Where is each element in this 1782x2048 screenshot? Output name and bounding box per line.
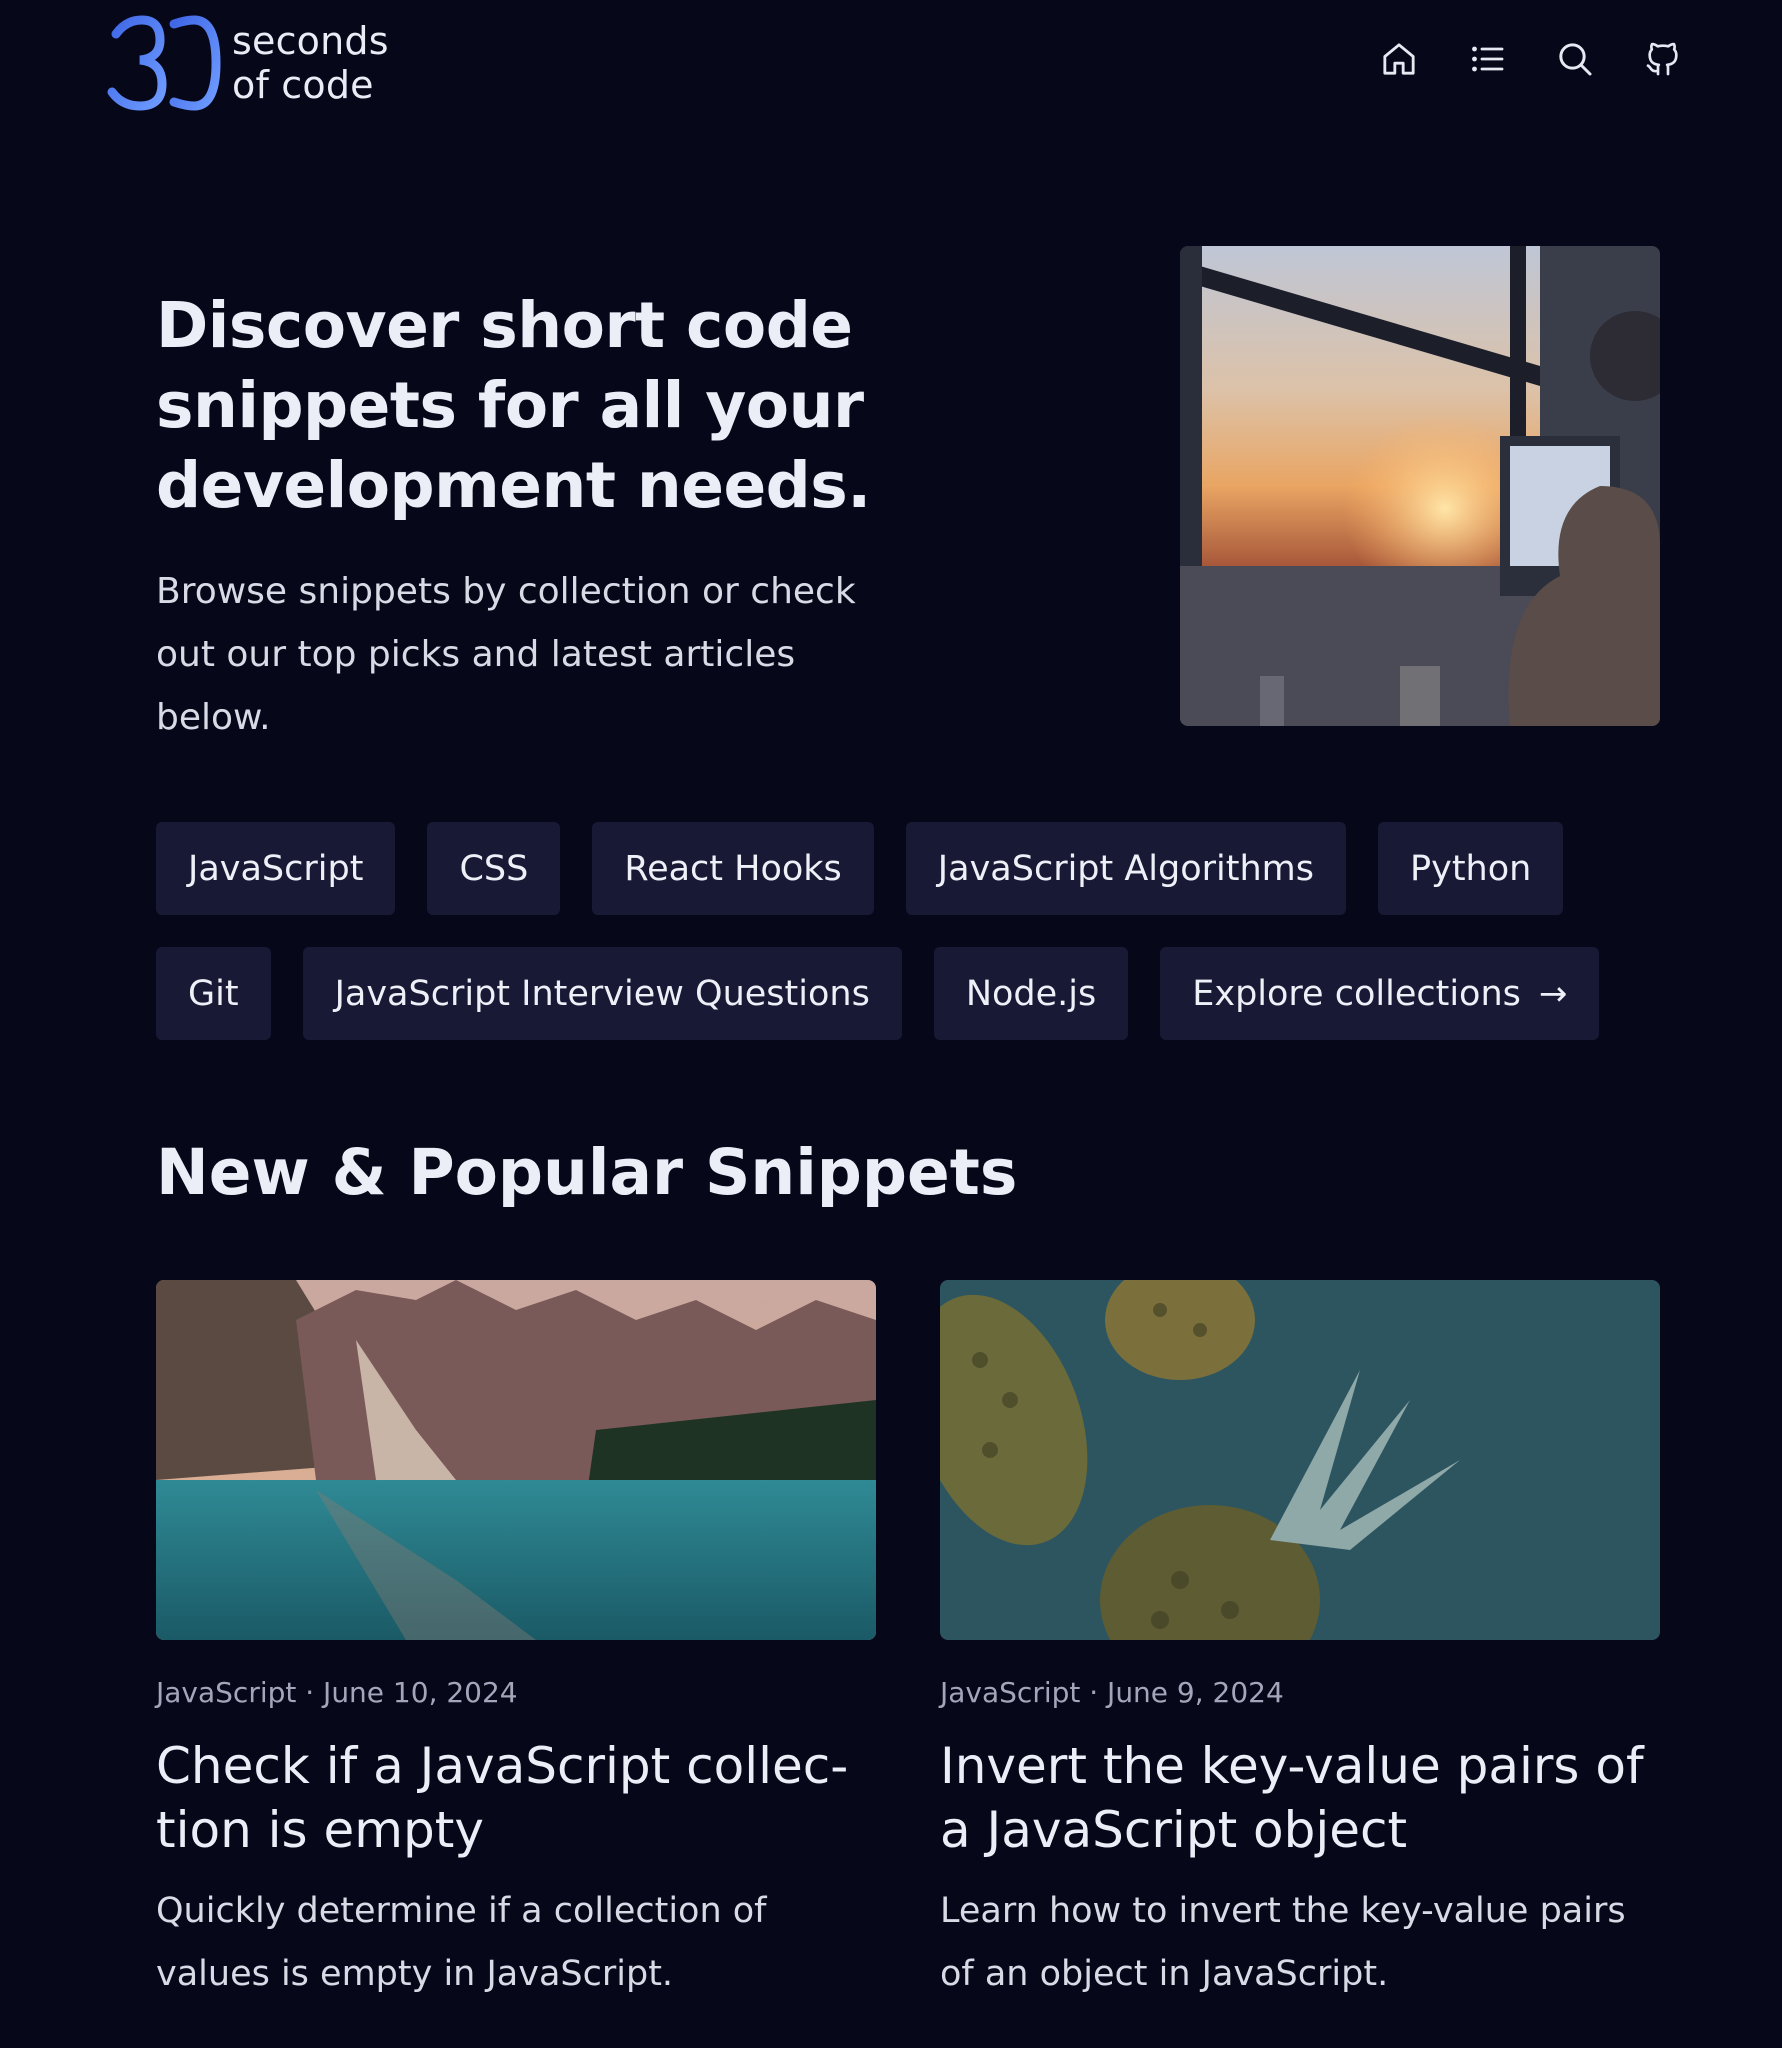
main-nav bbox=[1378, 38, 1684, 80]
section-title: New & Popular Snippets bbox=[156, 1136, 1018, 1209]
chip-git[interactable]: Git bbox=[156, 947, 271, 1040]
explore-collections-button[interactable]: Explore collections → bbox=[1160, 947, 1600, 1040]
logo-line-2: of code bbox=[232, 63, 374, 107]
collection-chips: JavaScript CSS React Hooks JavaScript Al… bbox=[156, 822, 1636, 1072]
mountain-lake-illustration bbox=[156, 1280, 876, 1640]
chip-css[interactable]: CSS bbox=[427, 822, 561, 915]
chip-javascript-algorithms[interactable]: JavaScript Algorithms bbox=[905, 822, 1347, 915]
github-icon bbox=[1646, 42, 1678, 76]
card-title[interactable]: Check if a JavaScript collec-tion is emp… bbox=[156, 1734, 876, 1862]
arrow-right-icon: → bbox=[1538, 973, 1568, 1014]
card-image-lake[interactable] bbox=[156, 1280, 876, 1640]
card-description: Learn how to invert the key-value pairs … bbox=[940, 1891, 1626, 1994]
logo-line-1: seconds bbox=[232, 19, 389, 63]
github-button[interactable] bbox=[1642, 38, 1684, 80]
site-logo[interactable]: seconds of code bbox=[106, 14, 389, 112]
card-meta: JavaScript · June 10, 2024 bbox=[156, 1676, 518, 1709]
chip-python[interactable]: Python bbox=[1378, 822, 1564, 915]
pineapples-illustration bbox=[940, 1280, 1660, 1640]
list-icon bbox=[1472, 46, 1504, 72]
sunset-desk-illustration bbox=[1180, 246, 1660, 726]
chip-row-1: JavaScript CSS React Hooks JavaScript Al… bbox=[156, 822, 1636, 915]
hero-title: Discover short code snippets for all you… bbox=[156, 289, 871, 522]
home-button[interactable] bbox=[1378, 38, 1420, 80]
home-icon bbox=[1383, 43, 1415, 75]
collections-button[interactable] bbox=[1466, 38, 1508, 80]
search-icon bbox=[1559, 43, 1592, 76]
card-title[interactable]: Invert the key-value pairs of a JavaScri… bbox=[940, 1734, 1660, 1862]
chip-javascript-interview-questions[interactable]: JavaScript Interview Questions bbox=[302, 947, 902, 1040]
chip-nodejs[interactable]: Node.js bbox=[933, 947, 1129, 1040]
snippet-card: JavaScript · June 10, 2024 Check if a Ja… bbox=[156, 1280, 876, 2006]
snippet-card: JavaScript · June 9, 2024 Invert the key… bbox=[940, 1280, 1660, 2006]
card-meta: JavaScript · June 9, 2024 bbox=[940, 1676, 1284, 1709]
card-image-pineapples[interactable] bbox=[940, 1280, 1660, 1640]
hero-subtitle: Browse snippets by collection or check o… bbox=[156, 571, 856, 738]
hero-image bbox=[1180, 246, 1660, 726]
site-header: seconds of code bbox=[0, 0, 1782, 130]
explore-collections-label: Explore collections bbox=[1192, 973, 1521, 1014]
card-description: Quickly determine if a collection of val… bbox=[156, 1891, 767, 1994]
logo-text: seconds of code bbox=[232, 19, 389, 107]
search-button[interactable] bbox=[1554, 38, 1596, 80]
logo-30-icon bbox=[107, 15, 221, 111]
chip-javascript[interactable]: JavaScript bbox=[156, 822, 396, 915]
chip-row-2: Git JavaScript Interview Questions Node.… bbox=[156, 947, 1636, 1040]
chip-react-hooks[interactable]: React Hooks bbox=[592, 822, 874, 915]
